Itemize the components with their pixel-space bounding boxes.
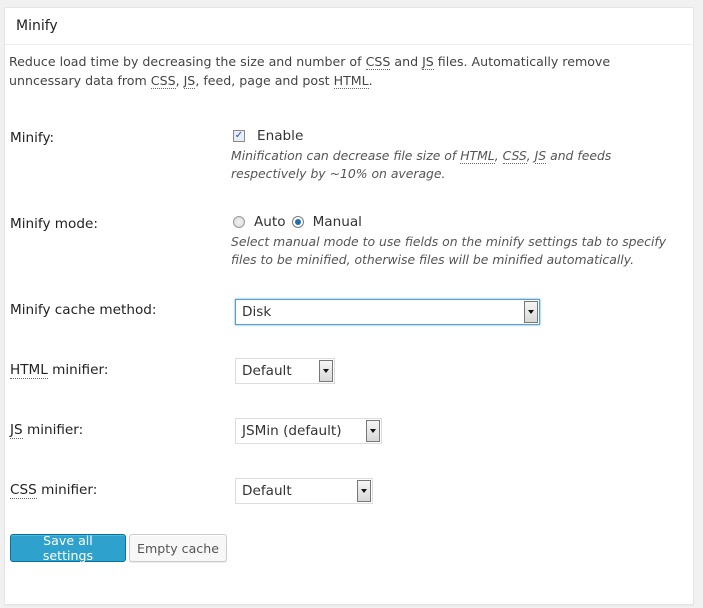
minify-description: Minification can decrease file size of H… bbox=[231, 147, 671, 183]
html-abbr: HTML bbox=[333, 73, 369, 89]
html-minifier-label: HTML minifier: bbox=[10, 362, 109, 379]
label-text: minifier: bbox=[47, 362, 109, 378]
css-abbr: CSS bbox=[10, 482, 37, 499]
cache-method-value: Disk bbox=[242, 304, 272, 320]
panel-header: Minify bbox=[5, 8, 693, 45]
minify-mode-label: Minify mode: bbox=[10, 216, 98, 232]
intro-part: , feed, page and post bbox=[195, 73, 334, 88]
manual-label[interactable]: Manual bbox=[313, 214, 362, 230]
js-abbr: JS bbox=[534, 148, 547, 164]
chevron-down-icon[interactable] bbox=[366, 420, 380, 442]
css-abbr: CSS bbox=[365, 54, 391, 70]
intro-part: , bbox=[175, 73, 184, 88]
label-text: minifier: bbox=[36, 482, 98, 498]
enable-label[interactable]: Enable bbox=[257, 128, 303, 144]
css-minifier-value: Default bbox=[242, 483, 292, 499]
css-minifier-label: CSS minifier: bbox=[10, 482, 98, 499]
css-abbr: CSS bbox=[150, 73, 176, 89]
html-abbr: HTML bbox=[10, 362, 48, 379]
js-abbr: JS bbox=[10, 422, 23, 439]
js-minifier-value: JSMin (default) bbox=[242, 423, 342, 439]
enable-checkbox[interactable]: ✓ bbox=[233, 130, 245, 142]
desc-part: , bbox=[526, 148, 535, 163]
intro-part: Reduce load time by decreasing the size … bbox=[9, 54, 366, 69]
auto-label[interactable]: Auto bbox=[254, 214, 286, 230]
mode-description: Select manual mode to use fields on the … bbox=[231, 234, 667, 267]
js-abbr: JS bbox=[422, 54, 434, 70]
chevron-down-icon[interactable] bbox=[319, 360, 333, 382]
minify-field: ✓ Enable Minification can decrease file … bbox=[231, 126, 671, 183]
html-abbr: HTML bbox=[460, 148, 495, 164]
css-minifier-select[interactable]: Default bbox=[235, 478, 373, 504]
html-minifier-select[interactable]: Default bbox=[235, 358, 335, 384]
manual-radio[interactable] bbox=[291, 216, 304, 228]
desc-part: Minification can decrease file size of bbox=[231, 148, 461, 163]
minify-label: Minify: bbox=[10, 130, 55, 146]
auto-radio[interactable] bbox=[233, 216, 245, 228]
panel-title: Minify bbox=[16, 18, 58, 34]
desc-part: , bbox=[494, 148, 503, 163]
check-icon: ✓ bbox=[234, 130, 244, 141]
label-text: minifier: bbox=[22, 422, 84, 438]
js-minifier-select[interactable]: JSMin (default) bbox=[235, 418, 382, 444]
css-abbr: CSS bbox=[502, 148, 527, 164]
intro-text: Reduce load time by decreasing the size … bbox=[9, 52, 679, 90]
html-minifier-value: Default bbox=[242, 363, 292, 379]
intro-part: and bbox=[390, 54, 423, 69]
cache-method-label: Minify cache method: bbox=[10, 302, 157, 318]
save-all-settings-button[interactable]: Save all settings bbox=[10, 533, 126, 563]
empty-cache-button[interactable]: Empty cache bbox=[129, 534, 227, 562]
minify-mode-field: Auto Manual Select manual mode to use fi… bbox=[231, 212, 671, 269]
js-minifier-label: JS minifier: bbox=[10, 422, 84, 439]
chevron-down-icon[interactable] bbox=[357, 480, 371, 502]
intro-part: . bbox=[368, 73, 373, 88]
chevron-down-icon[interactable] bbox=[524, 301, 538, 323]
js-abbr: JS bbox=[183, 73, 196, 89]
cache-method-select[interactable]: Disk bbox=[235, 299, 540, 325]
